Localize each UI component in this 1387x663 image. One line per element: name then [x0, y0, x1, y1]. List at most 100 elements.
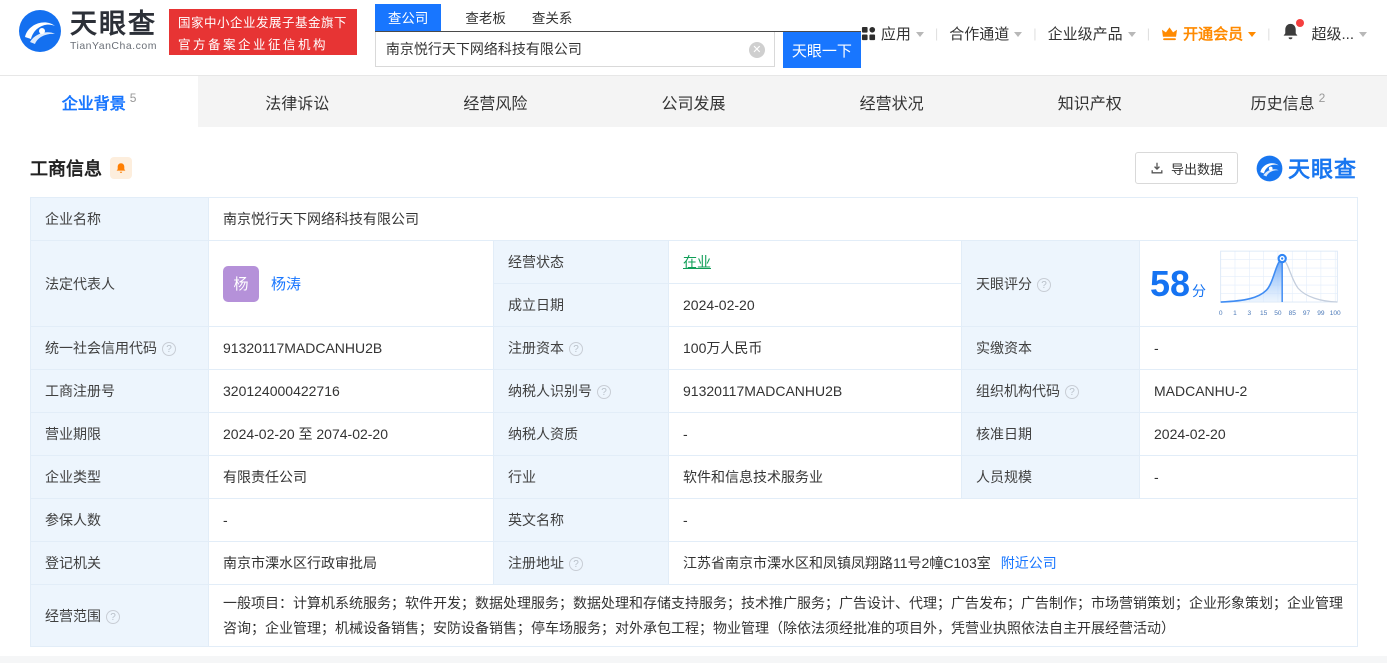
- tab-operating-risk[interactable]: 经营风险: [396, 76, 594, 127]
- score-axis-ticks: 0 1 3 15 50 85 97 99 100: [1219, 309, 1341, 316]
- help-icon[interactable]: [1037, 277, 1051, 292]
- tab-operating-status[interactable]: 经营状况: [793, 76, 991, 127]
- chevron-down-icon: [1248, 32, 1257, 37]
- field-label-staff-size: 人员规模: [961, 455, 1140, 499]
- notification-dot: [1296, 19, 1305, 27]
- field-label-legal-rep: 法定代表人: [30, 240, 209, 327]
- score-value: 58 分: [1150, 262, 1207, 304]
- logo-swirl-icon: [1256, 155, 1283, 181]
- field-label-established: 成立日期: [493, 283, 669, 327]
- export-data-button[interactable]: 导出数据: [1134, 152, 1238, 184]
- notification-bell-icon[interactable]: [1281, 19, 1305, 45]
- tab-intellectual-property[interactable]: 知识产权: [991, 76, 1189, 127]
- field-value-established: 2024-02-20: [668, 283, 962, 327]
- field-label-company-name: 企业名称: [30, 197, 209, 241]
- field-value-insured-count: -: [208, 498, 494, 542]
- search-button[interactable]: 天眼一下: [782, 32, 861, 68]
- field-value-status: 在业: [668, 240, 962, 284]
- app-grid-icon: [861, 26, 875, 41]
- tianyancha-logo[interactable]: 天眼查 TianYanCha.com: [18, 9, 157, 53]
- field-label-taxpayer-quality: 纳税人资质: [493, 412, 669, 456]
- field-value-reg-number: 320124000422716: [208, 369, 494, 413]
- page-footer-strip: [0, 656, 1387, 663]
- nearby-companies-link[interactable]: 附近公司: [1001, 555, 1057, 571]
- search-tab-relation[interactable]: 查关系: [530, 4, 575, 31]
- help-icon[interactable]: [569, 342, 583, 356]
- official-credential-badge: 国家中小企业发展子基金旗下 官方备案企业征信机构: [168, 9, 357, 55]
- search-input[interactable]: [374, 32, 775, 67]
- table-row: 营业期限 2024-02-20 至 2074-02-20 纳税人资质 - 核准日…: [30, 412, 1358, 456]
- table-row: 参保人数 - 英文名称 -: [30, 498, 1358, 542]
- watermark-logo: 天眼查: [1256, 152, 1357, 184]
- field-value-staff-size: -: [1139, 455, 1358, 499]
- field-label-company-type: 企业类型: [30, 455, 209, 499]
- field-value-paid-capital: -: [1139, 326, 1358, 370]
- download-icon: [1151, 162, 1163, 174]
- tab-company-background[interactable]: 企业背景 5: [0, 76, 199, 127]
- table-row: 法定代表人 杨 杨涛 经营状态 在业 天眼评分 58分: [30, 240, 1358, 327]
- svg-text:0: 0: [1219, 309, 1223, 316]
- section-header: 工商信息 导出数据 天眼查: [30, 151, 1357, 185]
- badge-line2: 官方备案企业征信机构: [177, 37, 328, 52]
- table-row: 工商注册号 320124000422716 纳税人识别号 91320117MAD…: [30, 369, 1358, 413]
- chevron-down-icon: [1359, 32, 1367, 37]
- badge-line1: 国家中小企业发展子基金旗下: [177, 15, 347, 30]
- legal-rep-link[interactable]: 杨涛: [271, 273, 301, 294]
- crown-icon: [1162, 27, 1178, 41]
- field-label-english-name: 英文名称: [493, 498, 669, 542]
- chevron-down-icon: [915, 32, 924, 37]
- top-header: 天眼查 TianYanCha.com 国家中小企业发展子基金旗下 官方备案企业征…: [0, 0, 1387, 68]
- divider: |: [1267, 26, 1271, 41]
- company-tabbar: 企业背景 5 法律诉讼 经营风险 公司发展 经营状况 知识产权 历史信息 2: [0, 75, 1387, 127]
- tab-legal-proceedings[interactable]: 法律诉讼: [198, 76, 396, 127]
- business-info-table: 企业名称 南京悦行天下网络科技有限公司 法定代表人 杨 杨涛 经营状态 在业 天…: [30, 197, 1358, 647]
- field-value-english-name: -: [668, 498, 1358, 542]
- field-value-company-name: 南京悦行天下网络科技有限公司: [208, 197, 1358, 241]
- field-value-legal-rep: 杨 杨涛: [208, 240, 494, 327]
- nav-open-vip[interactable]: 开通会员: [1161, 23, 1257, 44]
- table-row: 统一社会信用代码 91320117MADCANHU2B 注册资本 100万人民币…: [30, 326, 1358, 370]
- table-row: 经营范围 一般项目：计算机系统服务；软件开发；数据处理服务；数据处理和存储支持服…: [30, 584, 1358, 647]
- field-label-biz-scope: 经营范围: [30, 584, 209, 647]
- tab-count: 5: [129, 90, 137, 105]
- tab-company-development[interactable]: 公司发展: [594, 76, 792, 127]
- search-block: 查公司 查老板 查关系 天眼一下: [374, 4, 861, 68]
- clear-search-icon[interactable]: [748, 42, 765, 58]
- nav-enterprise-products[interactable]: 企业级产品: [1048, 23, 1136, 44]
- svg-text:97: 97: [1303, 309, 1311, 316]
- chevron-down-icon: [1014, 32, 1023, 37]
- score-distribution-chart: 0 1 3 15 50 85 97 99 100: [1219, 250, 1341, 316]
- search-tab-boss[interactable]: 查老板: [463, 4, 508, 31]
- search-tab-company[interactable]: 查公司: [374, 4, 442, 31]
- search-tabs: 查公司 查老板 查关系: [374, 4, 861, 32]
- nav-apps[interactable]: 应用: [861, 23, 924, 44]
- table-row: 企业类型 有限责任公司 行业 软件和信息技术服务业 人员规模 -: [30, 455, 1358, 499]
- field-label-reg-capital: 注册资本: [493, 326, 669, 370]
- logo-swirl-icon: [18, 10, 61, 52]
- field-label-tianyan-score: 天眼评分: [961, 240, 1140, 327]
- field-label-org-code: 组织机构代码: [961, 369, 1140, 413]
- help-icon[interactable]: [569, 557, 583, 571]
- avatar[interactable]: 杨: [223, 265, 259, 302]
- field-label-taxpayer-id: 纳税人识别号: [493, 369, 669, 413]
- subscribe-bell-icon[interactable]: [110, 157, 132, 179]
- svg-text:100: 100: [1330, 309, 1341, 316]
- field-label-approval-date: 核准日期: [961, 412, 1140, 456]
- help-icon[interactable]: [162, 342, 176, 356]
- svg-text:50: 50: [1274, 309, 1282, 316]
- field-value-reg-capital: 100万人民币: [668, 326, 962, 370]
- nav-cooperation[interactable]: 合作通道: [949, 23, 1023, 44]
- table-row: 登记机关 南京市溧水区行政审批局 注册地址 江苏省南京市溧水区和凤镇凤翔路11号…: [30, 541, 1358, 585]
- main-content: 工商信息 导出数据 天眼查 企业名称 南京悦行天下网络科技有限公司 法定代表人 …: [0, 127, 1387, 647]
- help-icon[interactable]: [106, 609, 120, 624]
- field-value-taxpayer-id: 91320117MADCANHU2B: [668, 369, 962, 413]
- divider: |: [1146, 26, 1151, 41]
- divider: |: [934, 26, 939, 41]
- svg-text:15: 15: [1260, 309, 1268, 316]
- tab-history-info[interactable]: 历史信息 2: [1189, 76, 1387, 127]
- field-value-reg-address: 江苏省南京市溧水区和凤镇凤翔路11号2幢C103室 附近公司: [668, 541, 1358, 585]
- help-icon[interactable]: [1065, 385, 1079, 399]
- nav-super-vip[interactable]: 超级...: [1311, 23, 1367, 44]
- field-label-credit-code: 统一社会信用代码: [30, 326, 209, 370]
- help-icon[interactable]: [597, 385, 611, 399]
